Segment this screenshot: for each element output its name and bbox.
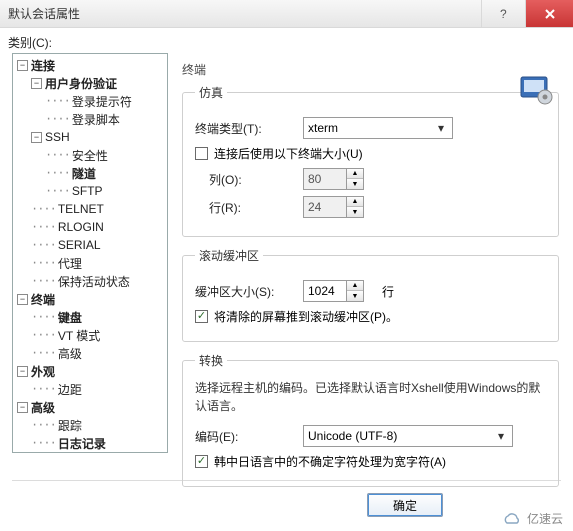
stepper-cols[interactable]: ▲▼ xyxy=(303,168,364,190)
checkbox-cjk-wide[interactable] xyxy=(195,455,208,468)
titlebar: 默认会话属性 ? xyxy=(0,0,573,28)
legend-emulation: 仿真 xyxy=(195,84,227,101)
chevron-down-icon: ▾ xyxy=(434,121,448,135)
category-tree[interactable]: −连接 −用户身份验证 ····登录提示符 ····登录脚本 −SSH ····… xyxy=(12,53,168,453)
spin-down-icon[interactable]: ▼ xyxy=(347,179,363,189)
label-rows: 行(R): xyxy=(195,199,303,216)
page-title: 终端 xyxy=(182,61,559,78)
label-encoding: 编码(E): xyxy=(195,428,303,445)
content-panel: 终端 仿真 终端类型(T): xterm ▾ 连接后使用以下终端大小(U) 列(… xyxy=(168,53,573,480)
tree-node-tunnel[interactable]: ····隧道 xyxy=(41,164,167,182)
stepper-buffer-size[interactable]: ▲▼ xyxy=(303,280,364,302)
label-use-size: 连接后使用以下终端大小(U) xyxy=(214,145,363,162)
collapse-icon[interactable]: − xyxy=(31,78,42,89)
input-buffer-size[interactable] xyxy=(303,280,347,302)
label-term-type: 终端类型(T): xyxy=(195,120,303,137)
tree-node-auth[interactable]: −用户身份验证 xyxy=(27,74,167,92)
window-controls: ? xyxy=(481,0,573,27)
checkbox-use-size[interactable] xyxy=(195,147,208,160)
collapse-icon[interactable]: − xyxy=(31,132,42,143)
label-push-cleared: 将清除的屏幕推到滚动缓冲区(P)。 xyxy=(214,308,398,325)
group-scrollback: 滚动缓冲区 缓冲区大小(S): ▲▼ 行 将清除的屏幕推到滚动缓冲区(P)。 xyxy=(182,247,559,342)
collapse-icon[interactable]: − xyxy=(17,402,28,413)
input-rows[interactable] xyxy=(303,196,347,218)
input-cols[interactable] xyxy=(303,168,347,190)
collapse-icon[interactable]: − xyxy=(17,294,28,305)
group-emulation: 仿真 终端类型(T): xterm ▾ 连接后使用以下终端大小(U) 列(O): xyxy=(182,84,559,237)
legend-encoding: 转换 xyxy=(195,352,227,369)
select-term-type[interactable]: xterm ▾ xyxy=(303,117,453,139)
tree-node-proxy[interactable]: ····代理 xyxy=(27,254,167,272)
select-encoding[interactable]: Unicode (UTF-8) ▾ xyxy=(303,425,513,447)
tree-node-advanced[interactable]: −高级 xyxy=(13,398,167,416)
tree-node-ssh[interactable]: −SSH xyxy=(27,128,167,146)
tree-node-terminal[interactable]: −终端 xyxy=(13,290,167,308)
label-cjk-wide: 韩中日语言中的不确定字符处理为宽字符(A) xyxy=(214,453,446,470)
legend-scrollback: 滚动缓冲区 xyxy=(195,247,263,264)
help-button[interactable]: ? xyxy=(481,0,525,27)
tree-node-term-adv[interactable]: ····高级 xyxy=(27,344,167,362)
tree-node-vtmode[interactable]: ····VT 模式 xyxy=(27,326,167,344)
tree-node-keyboard[interactable]: ····键盘 xyxy=(27,308,167,326)
tree-node-script[interactable]: ····登录脚本 xyxy=(41,110,167,128)
label-lines-unit: 行 xyxy=(382,283,394,300)
spin-up-icon[interactable]: ▲ xyxy=(347,281,363,291)
chevron-down-icon: ▾ xyxy=(494,429,508,443)
tree-node-margin[interactable]: ····边距 xyxy=(27,380,167,398)
tree-node-zmodem[interactable]: ····ZMODEM xyxy=(13,452,167,453)
tree-node-trace[interactable]: ····跟踪 xyxy=(27,416,167,434)
tree-node-logging[interactable]: ····日志记录 xyxy=(27,434,167,452)
branding: 亿速云 xyxy=(501,510,563,527)
tree-node-prompt[interactable]: ····登录提示符 xyxy=(41,92,167,110)
tree-node-connection[interactable]: −连接 xyxy=(13,56,167,74)
spin-down-icon[interactable]: ▼ xyxy=(347,291,363,301)
svg-text:?: ? xyxy=(500,8,507,20)
label-buffer-size: 缓冲区大小(S): xyxy=(195,283,303,300)
spin-down-icon[interactable]: ▼ xyxy=(347,207,363,217)
close-button[interactable] xyxy=(525,0,573,27)
footer: 确定 亿速云 xyxy=(0,481,573,531)
tree-node-sftp[interactable]: ····SFTP xyxy=(41,182,167,200)
tree-node-serial[interactable]: ····SERIAL xyxy=(27,236,167,254)
checkbox-push-cleared[interactable] xyxy=(195,310,208,323)
stepper-rows[interactable]: ▲▼ xyxy=(303,196,364,218)
terminal-settings-icon[interactable] xyxy=(519,75,553,108)
tree-node-rlogin[interactable]: ····RLOGIN xyxy=(27,218,167,236)
cloud-icon xyxy=(501,511,523,527)
category-label: 类别(C): xyxy=(0,28,573,53)
tree-node-telnet[interactable]: ····TELNET xyxy=(27,200,167,218)
group-encoding: 转换 选择远程主机的编码。已选择默认语言时Xshell使用Windows的默认语… xyxy=(182,352,559,487)
spin-up-icon[interactable]: ▲ xyxy=(347,197,363,207)
tree-node-keepalive[interactable]: ····保持活动状态 xyxy=(27,272,167,290)
collapse-icon[interactable]: − xyxy=(17,60,28,71)
spin-up-icon[interactable]: ▲ xyxy=(347,169,363,179)
ok-button[interactable]: 确定 xyxy=(367,493,443,517)
label-cols: 列(O): xyxy=(195,171,303,188)
client-area: −连接 −用户身份验证 ····登录提示符 ····登录脚本 −SSH ····… xyxy=(0,53,573,480)
tree-node-appearance[interactable]: −外观 xyxy=(13,362,167,380)
window-title: 默认会话属性 xyxy=(8,5,481,22)
tree-node-security[interactable]: ····安全性 xyxy=(41,146,167,164)
collapse-icon[interactable]: − xyxy=(17,366,28,377)
encoding-hint: 选择远程主机的编码。已选择默认语言时Xshell使用Windows的默认语言。 xyxy=(195,379,546,415)
